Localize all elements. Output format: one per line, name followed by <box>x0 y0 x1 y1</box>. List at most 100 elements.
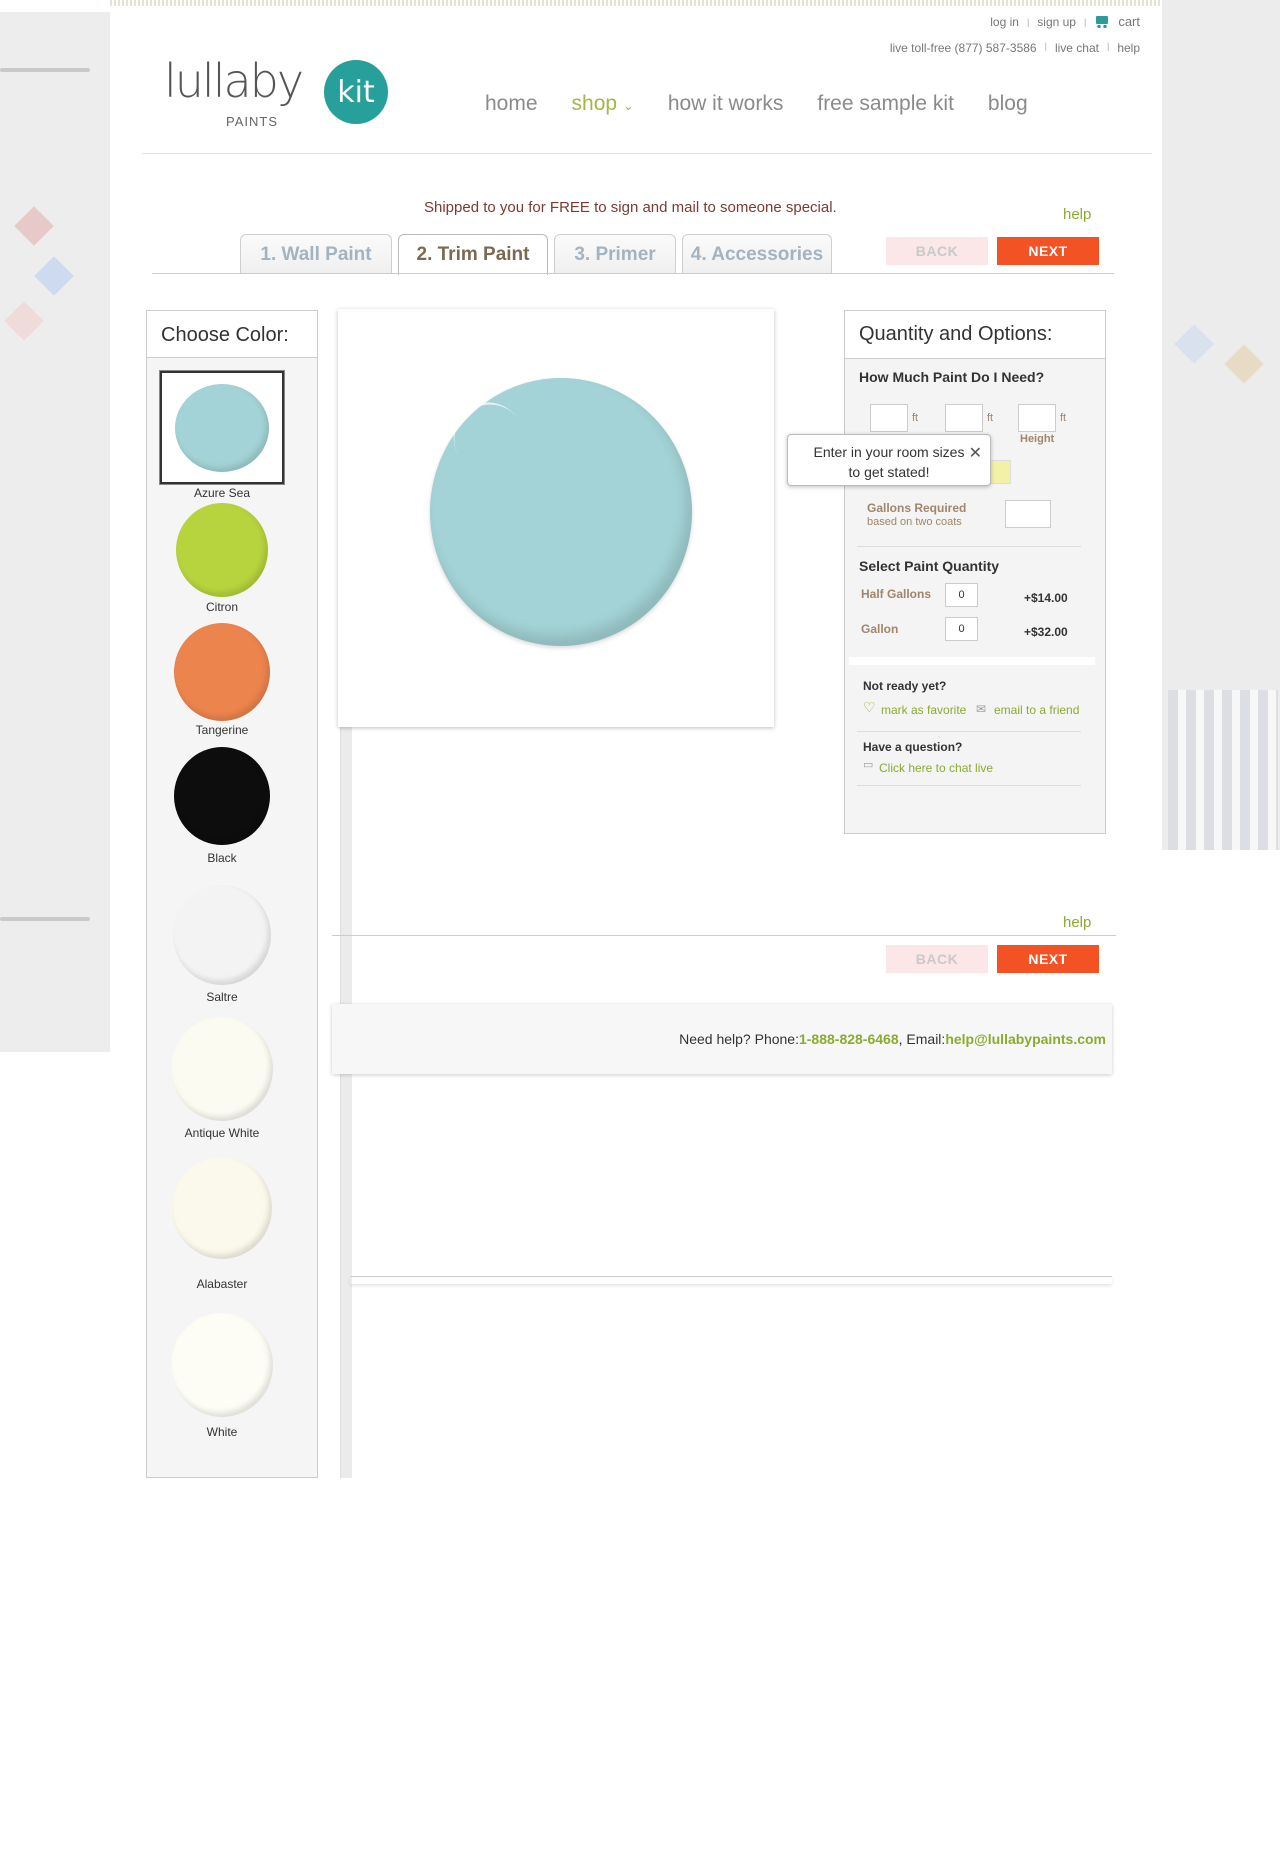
envelope-icon[interactable]: ✉ <box>976 702 986 716</box>
curtain-rod <box>0 917 90 921</box>
gallons-required-label: Gallons Required <box>867 501 967 515</box>
heart-icon[interactable]: ♡ <box>863 699 876 716</box>
room-size-tooltip: Enter in your room sizes to get stated! … <box>787 434 991 486</box>
gallons-note: based on two coats <box>867 516 962 528</box>
cart-link[interactable]: cart <box>1118 14 1140 29</box>
color-dot <box>171 1313 273 1417</box>
chat-live-link[interactable]: Click here to chat live <box>879 761 993 775</box>
nav-how-it-works[interactable]: how it works <box>668 92 784 116</box>
nav-blog[interactable]: blog <box>988 92 1028 116</box>
color-dot <box>176 503 268 597</box>
shipped-note: Shipped to you for FREE to sign and mail… <box>424 199 837 216</box>
gallon-quantity[interactable]: 0 <box>945 617 978 641</box>
help-link[interactable]: help <box>1063 206 1091 223</box>
utility-links: log in | sign up | cart <box>990 14 1140 29</box>
color-dot <box>175 383 269 472</box>
email-friend-link[interactable]: email to a friend <box>994 703 1079 717</box>
half-gallons-quantity[interactable]: 0 <box>945 583 978 607</box>
half-gallons-label: Half Gallons <box>861 587 932 601</box>
swatch-antique-white[interactable]: Antique White <box>147 1017 297 1140</box>
next-button[interactable]: NEXT <box>997 237 1099 265</box>
separator: | <box>1026 16 1030 27</box>
color-preview <box>338 309 774 727</box>
nav-home[interactable]: home <box>485 92 538 116</box>
mark-favorite-link[interactable]: mark as favorite <box>881 703 966 717</box>
nav-shop-label: shop <box>571 92 618 115</box>
swatch-label: Antique White <box>184 1126 260 1140</box>
login-link[interactable]: log in <box>990 15 1019 29</box>
background-left <box>0 12 110 1052</box>
separator: | <box>1083 16 1087 27</box>
swatch-label: Tangerine <box>195 723 249 737</box>
chat-bubble-icon[interactable]: ▭ <box>863 758 873 771</box>
nav-free-sample-kit[interactable]: free sample kit <box>817 92 954 116</box>
bunting-flag <box>4 301 44 341</box>
close-icon[interactable]: ✕ <box>969 444 982 464</box>
logo[interactable]: lullaby PAINTS kit <box>164 54 388 129</box>
separator: | <box>1106 41 1110 51</box>
help-email-prefix: , Email: <box>898 1031 946 1047</box>
divider <box>857 785 1081 786</box>
color-dot <box>171 1017 273 1121</box>
tab-primer[interactable]: 3. Primer <box>554 234 676 274</box>
choose-color-title: Choose Color: <box>147 311 317 358</box>
curtain-rod <box>0 68 90 72</box>
height-input[interactable] <box>1018 404 1056 432</box>
not-ready-heading: Not ready yet? <box>863 679 947 693</box>
swatch-alabaster[interactable]: Alabaster <box>147 1157 297 1291</box>
cart-icon[interactable] <box>1094 15 1110 28</box>
chevron-down-icon: ⌄ <box>622 98 634 113</box>
height-label: Height <box>1020 433 1055 445</box>
select-quantity-heading: Select Paint Quantity <box>859 558 1000 574</box>
tab-accessories[interactable]: 4. Accessories <box>682 234 832 274</box>
color-dot <box>173 885 271 985</box>
tab-wall-paint[interactable]: 1. Wall Paint <box>240 234 392 274</box>
divider <box>857 546 1081 547</box>
live-chat-link[interactable]: live chat <box>1055 41 1099 55</box>
help-contact-bar: Need help? Phone: 1-888-828-6468 , Email… <box>332 1004 1112 1074</box>
logo-word: lullaby <box>164 54 304 108</box>
help-email[interactable]: help@lullabypaints.com <box>945 1031 1106 1047</box>
gallon-label: Gallon <box>861 622 899 636</box>
logo-sub: PAINTS <box>226 114 278 129</box>
contact-links: live toll-free (877) 587-3586 | live cha… <box>890 41 1140 55</box>
choose-color-panel: Choose Color: Azure Sea Citron Tangerine… <box>146 310 352 1478</box>
swatch-black[interactable]: Black <box>147 747 297 865</box>
back-button-bottom[interactable]: BACK <box>886 945 988 973</box>
swatch-label: Azure Sea <box>193 486 251 500</box>
footer-divider <box>350 1276 1112 1284</box>
help-phone[interactable]: 1-888-828-6468 <box>799 1031 899 1047</box>
length-input[interactable] <box>870 404 908 432</box>
signup-link[interactable]: sign up <box>1037 15 1076 29</box>
swatch-saltre[interactable]: Saltre <box>147 885 297 1004</box>
swatch-label: Alabaster <box>196 1277 248 1291</box>
main-nav: home shop ⌄ how it works free sample kit… <box>485 92 1028 116</box>
swatch-azure-sea[interactable]: Azure Sea <box>147 370 297 500</box>
swatch-white[interactable]: White <box>147 1313 297 1439</box>
tooltip-line-2: to get stated! <box>848 464 930 480</box>
crib-rails <box>1168 690 1278 850</box>
back-button[interactable]: BACK <box>886 237 988 265</box>
help-prefix: Need help? Phone: <box>679 1031 799 1047</box>
next-button-bottom[interactable]: NEXT <box>997 945 1099 973</box>
help-link-top[interactable]: help <box>1117 41 1140 55</box>
background-right <box>1160 0 1280 850</box>
header-divider <box>142 153 1152 154</box>
tab-trim-paint[interactable]: 2. Trim Paint <box>398 234 548 275</box>
swatch-tangerine[interactable]: Tangerine <box>147 623 297 737</box>
tab-underline <box>152 273 1114 274</box>
bottom-divider <box>332 935 1116 936</box>
help-link-bottom[interactable]: help <box>1063 914 1091 931</box>
divider <box>857 731 1081 732</box>
unit-label: ft <box>1060 412 1067 424</box>
color-dot <box>174 623 270 721</box>
tooltip-line-1: Enter in your room sizes <box>813 444 965 460</box>
width-input[interactable] <box>945 404 983 432</box>
swatch-label: White <box>206 1425 238 1439</box>
nav-shop[interactable]: shop ⌄ <box>572 92 634 116</box>
swatch-label: Citron <box>205 600 238 614</box>
gallon-price: +$32.00 <box>1024 625 1068 639</box>
swatch-citron[interactable]: Citron <box>147 503 297 614</box>
quantity-options-panel: Quantity and Options: How Much Paint Do … <box>844 310 1106 834</box>
color-dot <box>172 1157 272 1259</box>
